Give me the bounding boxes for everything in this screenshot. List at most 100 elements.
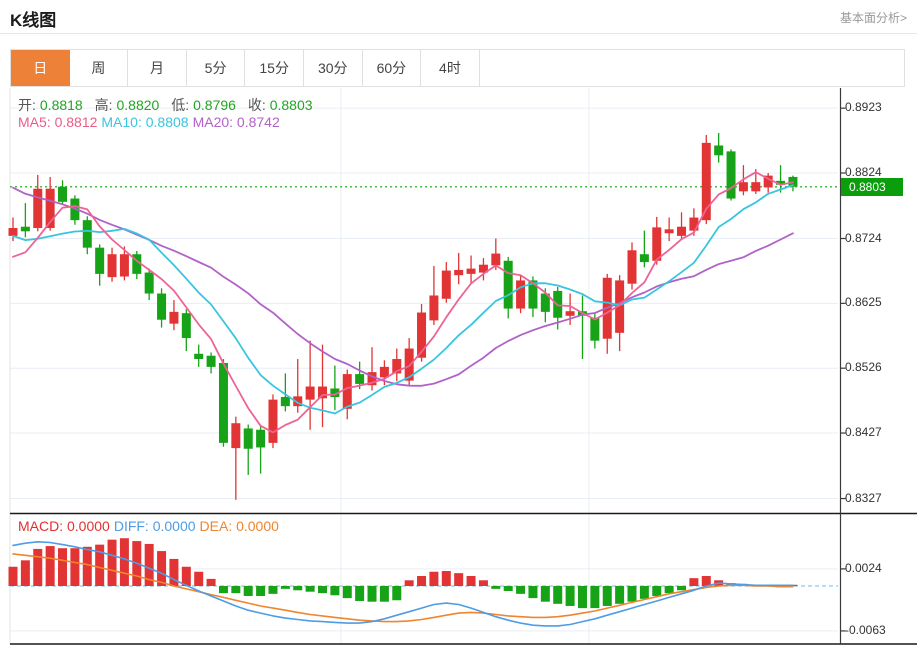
macd-hist-bar-up — [454, 573, 464, 586]
macd-hist-bar-up — [107, 539, 117, 586]
candle-body-up — [441, 270, 451, 299]
candle-body-down — [726, 151, 736, 199]
macd-hist-bar-down — [231, 586, 241, 594]
macd-legend-item-3: DEA: 0.0000 — [199, 518, 279, 534]
macd-hist-bar-down — [243, 586, 253, 596]
candle-body-up — [664, 229, 674, 234]
macd-hist-bar-down — [677, 586, 687, 591]
ma10-line — [12, 184, 794, 415]
candle-body-down — [157, 293, 167, 320]
candle-body-down — [206, 355, 216, 367]
macd-hist-bar-up — [466, 576, 476, 586]
high-label: 高: — [94, 97, 113, 113]
macd-hist-bar-up — [119, 538, 129, 586]
close-label: 收: — [247, 97, 266, 113]
candle-body-down — [144, 272, 154, 294]
macd-hist-bar-down — [379, 586, 389, 602]
macd-hist-bar-down — [516, 586, 526, 594]
macd-hist-bar-down — [577, 586, 587, 609]
macd-hist-bar-up — [70, 548, 80, 586]
macd-hist-bar-down — [590, 586, 600, 609]
macd-hist-bar-down — [615, 586, 625, 604]
macd-hist-bar-down — [503, 586, 513, 591]
price-axis-tick-3: 0.8724 — [845, 230, 882, 245]
ohlc-legend: 开: 0.8818 高: 0.8820 低: 0.8796 收: 0.8803 — [18, 95, 321, 115]
macd-hist-bar-down — [318, 586, 327, 594]
macd-hist-bar-down — [305, 586, 315, 592]
kline-app: K线图 基本面分析> 日周月 5分 15分 30分 60分 4时 开: 0.8818 高: 0… — [0, 0, 917, 648]
macd-hist-bar-down — [256, 586, 266, 596]
candle-body-down — [714, 145, 724, 156]
candle-body-up — [231, 423, 241, 449]
candle-body-down — [82, 220, 92, 248]
price-axis-tick-5: 0.8526 — [845, 360, 882, 375]
price-axis-tick-6: 0.8427 — [845, 425, 882, 440]
open-value: 0.8818 — [39, 97, 83, 113]
macd-hist-bar-down — [652, 586, 662, 596]
candle-body-down — [256, 429, 266, 448]
candle-body-up — [119, 254, 129, 277]
macd-hist-bar-up — [157, 551, 167, 586]
open-label: 开: — [18, 97, 36, 113]
macd-hist-bar-down — [491, 586, 501, 589]
macd-hist-bar-up — [441, 571, 451, 586]
candle-body-up — [379, 366, 389, 378]
macd-legend-item-2: DIFF: 0.0000 — [113, 518, 196, 534]
candle-body-up — [169, 311, 179, 324]
macd-axis-tick-2: -0.0063 — [845, 622, 886, 637]
candle-body-down — [280, 397, 290, 407]
candle-body-up — [268, 399, 278, 443]
candle-body-down — [243, 428, 253, 449]
price-axis-tick-4: 0.8625 — [845, 295, 882, 310]
macd-hist-bar-up — [478, 580, 488, 586]
candle-body-up — [491, 253, 501, 266]
candle-body-down — [95, 247, 105, 274]
macd-hist-bar-down — [639, 586, 649, 599]
candle-body-down — [58, 186, 68, 202]
diff-line — [12, 540, 794, 627]
candle-body-up — [689, 217, 699, 231]
macd-hist-bar-down — [342, 586, 352, 599]
low-label: 低: — [171, 97, 190, 113]
macd-hist-bar-up — [45, 546, 55, 586]
candle-body-down — [503, 260, 513, 309]
macd-hist-bar-down — [268, 586, 278, 594]
macd-hist-bar-up — [429, 571, 439, 586]
close-value: 0.8803 — [269, 97, 313, 113]
ma-legend: MA5: 0.8812 MA10: 0.8808 MA20: 0.8742 — [18, 114, 284, 130]
macd-hist-bar-down — [280, 586, 290, 589]
ma-legend-item-2: MA10: 0.8808 — [101, 114, 189, 130]
macd-hist-bar-down — [392, 586, 402, 601]
candle-body-down — [181, 313, 191, 339]
dea-line — [12, 553, 794, 623]
candle-body-up — [751, 182, 761, 192]
candle-body-up — [565, 311, 575, 316]
macd-hist-bar-up — [33, 548, 43, 586]
macd-hist-bar-up — [417, 576, 427, 586]
low-value: 0.8796 — [193, 97, 236, 113]
candle-body-up — [454, 269, 464, 276]
macd-hist-bar-down — [565, 586, 575, 606]
ma-legend-item-1: MA5: 0.8812 — [18, 114, 98, 130]
macd-hist-bar-down — [627, 586, 637, 602]
candle-body-up — [466, 268, 476, 274]
macd-hist-bar-up — [194, 571, 204, 586]
candle-body-down — [639, 254, 649, 263]
macd-hist-bar-up — [206, 578, 216, 586]
ma20-line — [12, 186, 794, 387]
macd-axis-tick-1: 0.0024 — [845, 560, 882, 575]
macd-hist-bar-down — [553, 586, 563, 604]
macd-hist-bar-up — [58, 548, 68, 586]
macd-hist-bar-down — [528, 586, 538, 599]
macd-hist-bar-down — [218, 586, 228, 594]
macd-hist-bar-down — [367, 586, 377, 602]
macd-hist-bar-down — [664, 586, 674, 594]
price-axis-tick-7: 0.8327 — [845, 490, 882, 505]
candle-body-down — [355, 374, 365, 384]
ma5-line — [12, 171, 794, 434]
macd-legend-item-1: MACD: 0.0000 — [18, 518, 110, 534]
high-value: 0.8820 — [116, 97, 160, 113]
macd-hist-bar-up — [689, 578, 699, 586]
macd-hist-bar-down — [602, 586, 612, 606]
candle-body-up — [627, 250, 637, 284]
